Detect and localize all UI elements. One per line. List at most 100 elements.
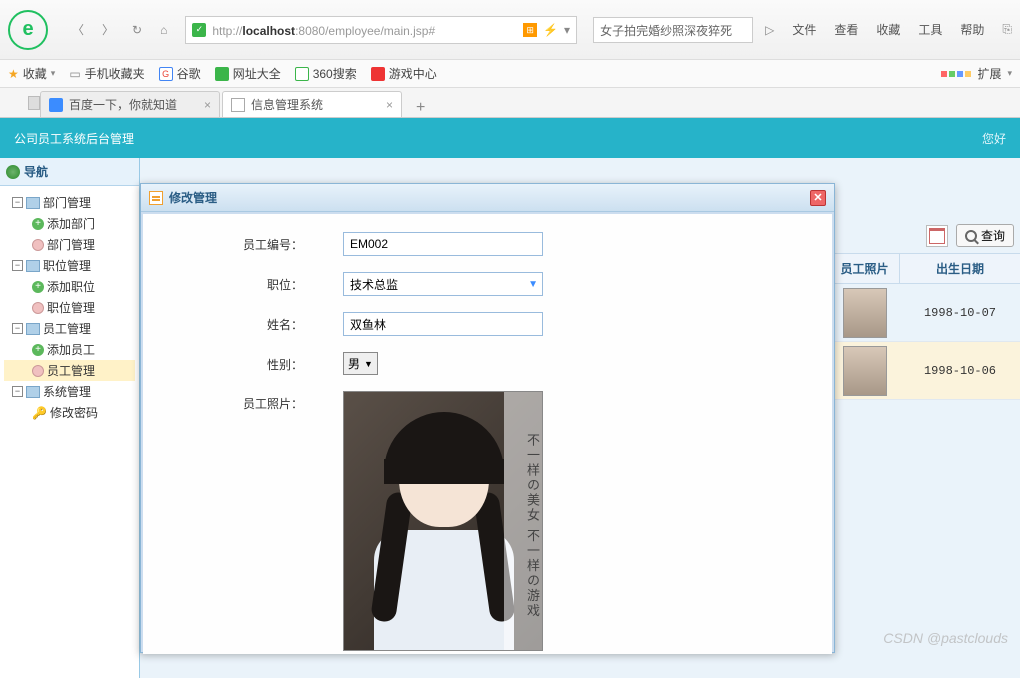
- bm-games[interactable]: 游戏中心: [371, 65, 437, 82]
- home-button[interactable]: ⌂: [156, 19, 171, 41]
- menu-file[interactable]: 文件: [792, 21, 816, 38]
- play-icon[interactable]: ▷: [765, 23, 774, 37]
- query-button[interactable]: 查询: [956, 224, 1014, 247]
- dropdown-icon[interactable]: ▾: [564, 23, 570, 37]
- bm-mobile[interactable]: ▭手机收藏夹: [69, 65, 144, 82]
- tab-pin-icon[interactable]: [28, 96, 40, 110]
- label-name: 姓名：: [163, 312, 343, 333]
- data-table-partial: 查询 员工照片 出生日期 1998-10-07 1998-10-06: [830, 218, 1020, 400]
- tab-mis[interactable]: 信息管理系统 ×: [222, 91, 402, 117]
- tab-baidu[interactable]: 百度一下，你就知道 ×: [40, 91, 220, 117]
- page-header: 公司员工系统后台管理 您好: [0, 118, 1020, 158]
- tree-emp-mgr[interactable]: 员工管理: [4, 360, 135, 381]
- tree-sys-pwd[interactable]: 🔑修改密码: [4, 402, 135, 423]
- employee-id-input[interactable]: [343, 232, 543, 256]
- baidu-icon: [49, 98, 63, 112]
- close-icon[interactable]: ×: [204, 98, 211, 112]
- label-photo: 员工照片：: [163, 391, 343, 412]
- date-picker-button[interactable]: [926, 225, 948, 247]
- dialog-title: 修改管理: [169, 189, 217, 206]
- folder-icon: [26, 323, 40, 335]
- birth-date: 1998-10-06: [900, 364, 1020, 378]
- reload-button[interactable]: ↻: [128, 19, 146, 41]
- employee-photo: 不一样の美女 不一样の游戏: [343, 391, 543, 651]
- tree-emp-add[interactable]: +添加员工: [4, 339, 135, 360]
- bolt-icon[interactable]: ⚡: [543, 23, 558, 37]
- news-ticker[interactable]: 女子拍完婚纱照深夜猝死: [593, 17, 753, 43]
- address-bar[interactable]: ✓ http://localhost:8080/employee/main.js…: [185, 16, 577, 44]
- avatar: [843, 288, 887, 338]
- gender-select[interactable]: 男 ▼: [343, 352, 378, 375]
- close-button[interactable]: ✕: [810, 190, 826, 206]
- extensions-button[interactable]: 扩展: [977, 65, 1001, 82]
- add-icon: +: [32, 218, 44, 230]
- bm-sites[interactable]: 网址大全: [215, 65, 281, 82]
- edit-icon: [149, 191, 163, 205]
- tree-pos-mgr[interactable]: 职位管理: [4, 297, 135, 318]
- back-button[interactable]: 〈: [68, 17, 88, 42]
- position-select[interactable]: 技术总监 ▼: [343, 272, 543, 296]
- lock-icon: ✓: [192, 23, 206, 37]
- browser-chrome: e 〈 〉 ↻ ⌂ ✓ http://localhost:8080/employ…: [0, 0, 1020, 60]
- close-icon[interactable]: ×: [386, 98, 393, 112]
- col-birth: 出生日期: [900, 254, 1020, 283]
- page-icon: [231, 98, 245, 112]
- table-row[interactable]: 1998-10-06: [830, 342, 1020, 400]
- menu-tools[interactable]: 工具: [918, 21, 942, 38]
- folder-icon: [26, 386, 40, 398]
- new-tab-button[interactable]: +: [404, 99, 437, 117]
- menu-view[interactable]: 查看: [834, 21, 858, 38]
- add-icon: +: [32, 344, 44, 356]
- user-icon: [32, 365, 44, 377]
- nav-panel: 导航 −部门管理 +添加部门 部门管理 −职位管理 +添加职位 职位管理 −员工…: [0, 158, 140, 678]
- nav-controls: 〈 〉 ↻ ⌂: [68, 17, 171, 42]
- select-value: 男: [348, 355, 360, 372]
- bookmarks-bar: ★收藏▾ ▭手机收藏夹 G谷歌 网址大全 360搜索 游戏中心 扩展 ▾: [0, 60, 1020, 88]
- label-id: 员工编号：: [163, 232, 343, 253]
- chevron-down-icon: ▼: [364, 359, 373, 369]
- name-input[interactable]: [343, 312, 543, 336]
- menu-favorites[interactable]: 收藏: [876, 21, 900, 38]
- user-greeting: 您好: [982, 130, 1006, 147]
- browser-logo-icon: e: [8, 10, 48, 50]
- user-icon: [32, 302, 44, 314]
- tree-sys[interactable]: −系统管理: [4, 381, 135, 402]
- tab-label: 百度一下，你就知道: [69, 96, 177, 113]
- tree-emp[interactable]: −员工管理: [4, 318, 135, 339]
- select-value: 技术总监: [350, 276, 398, 293]
- favorites-button[interactable]: ★收藏▾: [8, 65, 55, 82]
- birth-date: 1998-10-07: [900, 306, 1020, 320]
- key-icon: 🔑: [32, 406, 47, 420]
- label-position: 职位：: [163, 272, 343, 293]
- menu-help[interactable]: 帮助: [960, 21, 984, 38]
- cabinet-icon[interactable]: ⎘: [1002, 22, 1012, 37]
- tree-dept-add[interactable]: +添加部门: [4, 213, 135, 234]
- table-header: 员工照片 出生日期: [830, 253, 1020, 284]
- bm-360[interactable]: 360搜索: [295, 65, 357, 82]
- chevron-down-icon: ▼: [528, 279, 538, 290]
- nav-tree: −部门管理 +添加部门 部门管理 −职位管理 +添加职位 职位管理 −员工管理 …: [0, 186, 139, 429]
- url-text: http://localhost:8080/employee/main.jsp#: [212, 22, 435, 38]
- page-title: 公司员工系统后台管理: [14, 130, 134, 147]
- col-photo: 员工照片: [830, 254, 900, 283]
- tree-pos[interactable]: −职位管理: [4, 255, 135, 276]
- bm-google[interactable]: G谷歌: [159, 65, 201, 82]
- dialog-body: 员工编号： 职位： 技术总监 ▼ 姓名： 性别： 男 ▼ 员工照片：: [143, 214, 832, 654]
- tab-label: 信息管理系统: [251, 96, 323, 113]
- search-icon: [965, 230, 977, 242]
- tabs-bar: 百度一下，你就知道 × 信息管理系统 × +: [0, 88, 1020, 118]
- folder-icon: [26, 260, 40, 272]
- user-icon: [32, 239, 44, 251]
- folder-icon: [26, 197, 40, 209]
- qr-icon[interactable]: ⊞: [523, 23, 537, 37]
- globe-icon: [6, 165, 20, 179]
- tree-dept[interactable]: −部门管理: [4, 192, 135, 213]
- dialog-title-bar[interactable]: 修改管理 ✕: [141, 184, 834, 212]
- forward-button[interactable]: 〉: [98, 17, 118, 42]
- photo-caption: 不一样の美女 不一样の游戏: [504, 392, 542, 650]
- table-row[interactable]: 1998-10-07: [830, 284, 1020, 342]
- avatar: [843, 346, 887, 396]
- tree-dept-mgr[interactable]: 部门管理: [4, 234, 135, 255]
- tree-pos-add[interactable]: +添加职位: [4, 276, 135, 297]
- label-gender: 性别：: [163, 352, 343, 373]
